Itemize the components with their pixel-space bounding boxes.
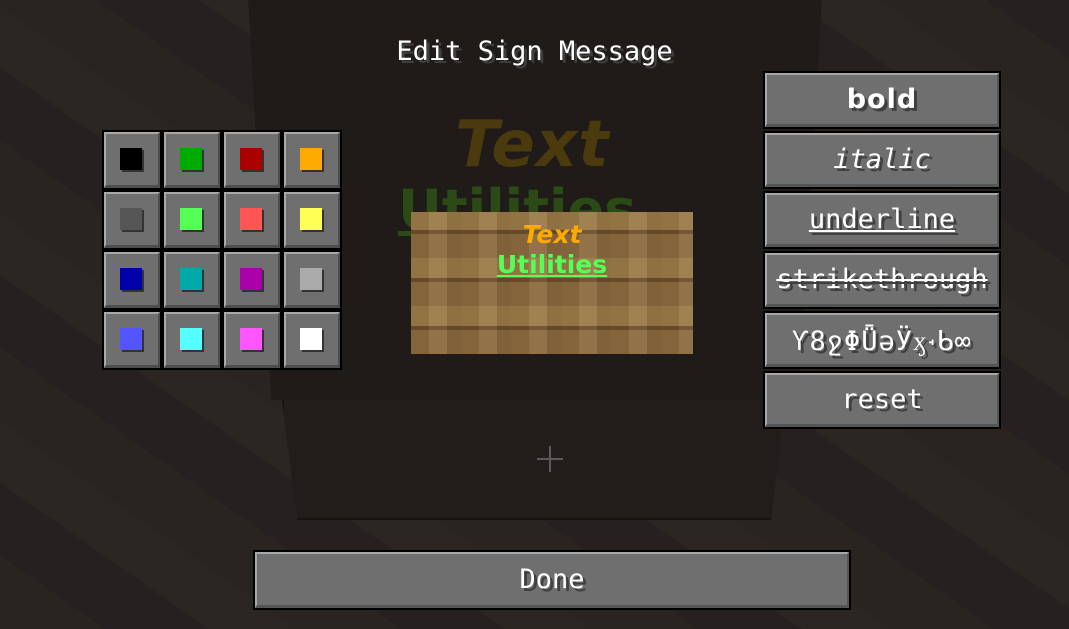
color-swatch-red bbox=[240, 207, 262, 230]
color-button-face bbox=[104, 312, 160, 368]
color-button-face bbox=[224, 312, 280, 368]
sign-line-2[interactable]: Utilities bbox=[411, 250, 693, 279]
color-swatch-dark-purple bbox=[240, 267, 262, 290]
color-swatch-gray bbox=[300, 267, 322, 290]
bold-button[interactable]: bold bbox=[763, 71, 1001, 129]
crosshair-icon bbox=[537, 446, 563, 472]
color-swatch-dark-aqua bbox=[180, 267, 202, 290]
color-button-face bbox=[164, 312, 220, 368]
color-button-face bbox=[224, 192, 280, 248]
color-swatch-gold bbox=[300, 147, 322, 170]
sign-line-1[interactable]: Text bbox=[411, 220, 693, 249]
color-swatch-dark-red bbox=[240, 147, 262, 170]
reset-button[interactable]: reset bbox=[763, 371, 1001, 429]
underline-button[interactable]: underline bbox=[763, 191, 1001, 249]
color-button-face bbox=[284, 132, 340, 188]
color-button-white[interactable] bbox=[282, 310, 342, 370]
underline-button-label: underline bbox=[765, 193, 999, 247]
color-button-gray[interactable] bbox=[282, 250, 342, 310]
page-title: Edit Sign Message bbox=[396, 36, 673, 67]
color-swatch-dark-blue bbox=[120, 267, 142, 290]
color-button-face bbox=[164, 252, 220, 308]
strikethrough-button[interactable]: strikethrough bbox=[763, 251, 1001, 309]
color-button-face bbox=[104, 252, 160, 308]
color-button-aqua[interactable] bbox=[162, 310, 222, 370]
color-button-face bbox=[164, 132, 220, 188]
color-swatch-blue bbox=[120, 327, 142, 350]
color-button-face bbox=[224, 252, 280, 308]
color-swatch-dark-green bbox=[180, 147, 202, 170]
color-button-black[interactable] bbox=[102, 130, 162, 190]
sign-board[interactable]: Text Utilities bbox=[411, 212, 693, 354]
color-button-gold[interactable] bbox=[282, 130, 342, 190]
color-swatch-black bbox=[120, 147, 142, 170]
obfuscated-button-label: Ƴ8ջΦǕǝӰӽ꭪ᑲ∞ bbox=[765, 313, 999, 367]
color-button-face bbox=[284, 192, 340, 248]
strikethrough-button-label: strikethrough bbox=[765, 253, 999, 307]
done-button[interactable]: Done bbox=[253, 550, 851, 610]
color-button-dark-green[interactable] bbox=[162, 130, 222, 190]
done-button-label: Done bbox=[255, 552, 849, 608]
sign-preview-ghost-line1: Text bbox=[455, 108, 610, 182]
color-button-blue[interactable] bbox=[102, 310, 162, 370]
color-button-face bbox=[284, 312, 340, 368]
color-swatch-yellow bbox=[300, 207, 322, 230]
color-button-green[interactable] bbox=[162, 190, 222, 250]
color-swatch-dark-gray bbox=[120, 207, 142, 230]
color-swatch-light-purple bbox=[240, 327, 262, 350]
color-button-face bbox=[224, 132, 280, 188]
sign-post-silhouette bbox=[282, 400, 786, 520]
color-button-red[interactable] bbox=[222, 190, 282, 250]
bold-button-label: bold bbox=[765, 73, 999, 127]
color-button-face bbox=[104, 132, 160, 188]
color-button-light-purple[interactable] bbox=[222, 310, 282, 370]
italic-button-label: italic bbox=[765, 133, 999, 187]
color-swatch-green bbox=[180, 207, 202, 230]
italic-button[interactable]: italic bbox=[763, 131, 1001, 189]
obfuscated-button[interactable]: Ƴ8ջΦǕǝӰӽ꭪ᑲ∞ bbox=[763, 311, 1001, 369]
color-palette bbox=[102, 130, 342, 370]
reset-button-label: reset bbox=[765, 373, 999, 427]
color-button-face bbox=[284, 252, 340, 308]
color-button-yellow[interactable] bbox=[282, 190, 342, 250]
color-button-dark-blue[interactable] bbox=[102, 250, 162, 310]
color-button-dark-aqua[interactable] bbox=[162, 250, 222, 310]
color-button-dark-gray[interactable] bbox=[102, 190, 162, 250]
color-button-face bbox=[104, 192, 160, 248]
color-button-dark-red[interactable] bbox=[222, 130, 282, 190]
color-button-dark-purple[interactable] bbox=[222, 250, 282, 310]
color-swatch-aqua bbox=[180, 327, 202, 350]
color-swatch-white bbox=[300, 327, 322, 350]
color-button-face bbox=[164, 192, 220, 248]
